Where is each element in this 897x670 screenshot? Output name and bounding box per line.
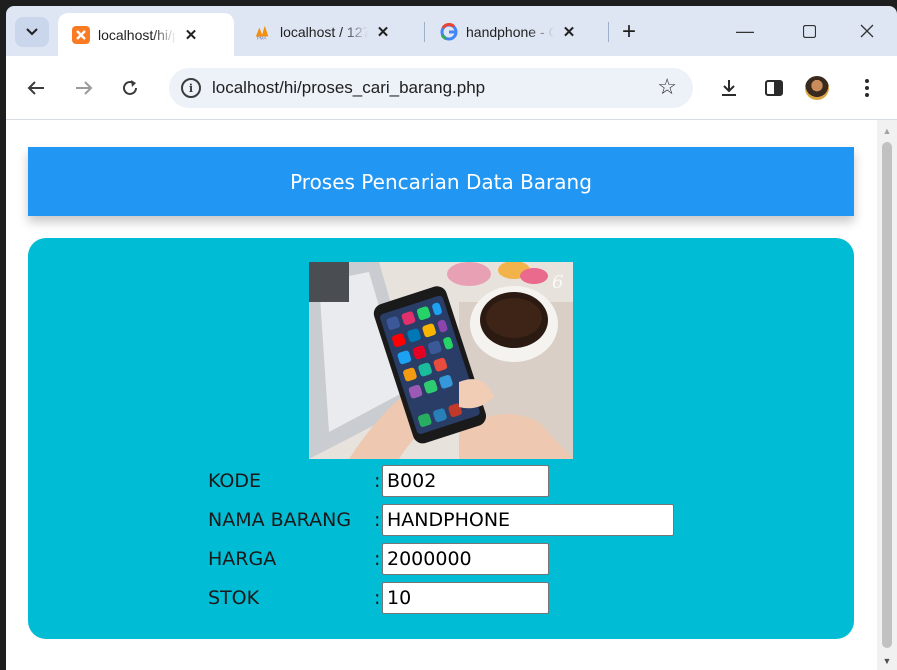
stok-input[interactable]	[382, 582, 549, 614]
back-button[interactable]	[21, 73, 51, 103]
maximize-button[interactable]	[784, 16, 834, 46]
forward-arrow-icon	[76, 81, 93, 95]
field-colon: :	[374, 470, 381, 492]
address-bar[interactable]: i localhost/hi/proses_cari_barang.php ☆	[169, 68, 693, 108]
vertical-scrollbar[interactable]: ▲ ▼	[877, 120, 897, 670]
scroll-up-arrow-icon[interactable]: ▲	[877, 122, 897, 140]
xampp-icon	[72, 25, 90, 44]
tab-separator	[424, 22, 425, 42]
field-colon: :	[374, 548, 381, 570]
tab-separator	[608, 22, 609, 42]
address-url[interactable]: localhost/hi/proses_cari_barang.php	[212, 78, 485, 98]
new-tab-button[interactable]: +	[614, 17, 644, 47]
browser-toolbar: i localhost/hi/proses_cari_barang.php ☆	[6, 56, 897, 120]
photo-watermark: 6	[552, 272, 563, 293]
menu-button[interactable]	[852, 73, 882, 103]
bookmark-star-icon[interactable]: ☆	[657, 74, 677, 100]
result-card: 6 KODE : NAMA BARANG : HARGA : STOK :	[28, 238, 854, 639]
reload-button[interactable]	[115, 73, 145, 103]
tab-title: localhost / 127.0.0.1	[280, 24, 368, 40]
field-label: KODE	[208, 470, 262, 492]
kode-input[interactable]	[382, 465, 549, 497]
product-photo: 6	[309, 262, 573, 459]
download-icon	[722, 80, 736, 96]
tab-strip: localhost/hi/proses_cari_barang.php ✕ PM…	[6, 6, 897, 56]
page-viewport: Proses Pencarian Data Barang 6 KODE: B0…	[6, 120, 897, 670]
tab-active[interactable]: localhost/hi/proses_cari_barang.php ✕	[58, 13, 234, 56]
field-row-stok: STOK :	[208, 582, 549, 614]
profile-avatar[interactable]	[805, 76, 829, 100]
close-window-button[interactable]	[842, 16, 892, 46]
forward-button[interactable]	[69, 73, 99, 103]
scroll-thumb[interactable]	[882, 142, 892, 648]
google-icon	[440, 23, 458, 41]
download-button[interactable]	[714, 73, 744, 103]
tab-close-icon[interactable]: ✕	[372, 21, 394, 43]
side-panel-icon	[765, 80, 783, 96]
tab-close-icon[interactable]: ✕	[558, 21, 580, 43]
tab-title: handphone - Google Search	[466, 24, 554, 40]
phpmyadmin-icon: PMA	[254, 23, 272, 41]
chevron-down-icon	[26, 28, 38, 36]
close-icon	[860, 24, 874, 38]
site-info-icon[interactable]: i	[181, 78, 201, 98]
more-vert-icon	[865, 79, 869, 97]
tab-close-icon[interactable]: ✕	[180, 24, 202, 46]
tab-google[interactable]: handphone - Google Search ✕	[426, 15, 606, 49]
tab-search-button[interactable]	[15, 17, 49, 47]
page-title: Proses Pencarian Data Barang	[28, 147, 854, 216]
field-label: HARGA	[208, 548, 277, 570]
plus-icon: +	[621, 18, 636, 45]
side-panel-button[interactable]	[759, 73, 789, 103]
field-colon: :	[374, 587, 381, 609]
field-row-nama-barang: NAMA BARANG :	[208, 504, 674, 536]
field-label: NAMA BARANG	[208, 509, 352, 531]
tab-phpmyadmin[interactable]: PMA localhost / 127.0.0.1 ✕	[240, 15, 420, 49]
back-arrow-icon	[27, 81, 44, 95]
svg-text:PMA: PMA	[257, 36, 267, 41]
field-label: STOK	[208, 587, 260, 609]
minimize-icon: —	[736, 20, 754, 41]
nama-barang-input[interactable]	[382, 504, 674, 536]
browser-window: localhost/hi/proses_cari_barang.php ✕ PM…	[6, 6, 897, 670]
field-row-harga: HARGA :	[208, 543, 549, 575]
field-colon: :	[374, 509, 381, 531]
maximize-icon	[802, 24, 816, 38]
scroll-down-arrow-icon[interactable]: ▼	[877, 652, 897, 670]
harga-input[interactable]	[382, 543, 549, 575]
field-row-kode: KODE :	[208, 465, 549, 497]
reload-icon	[123, 80, 137, 95]
tab-title: localhost/hi/proses_cari_barang.php	[98, 26, 176, 43]
minimize-button[interactable]: —	[720, 16, 770, 46]
